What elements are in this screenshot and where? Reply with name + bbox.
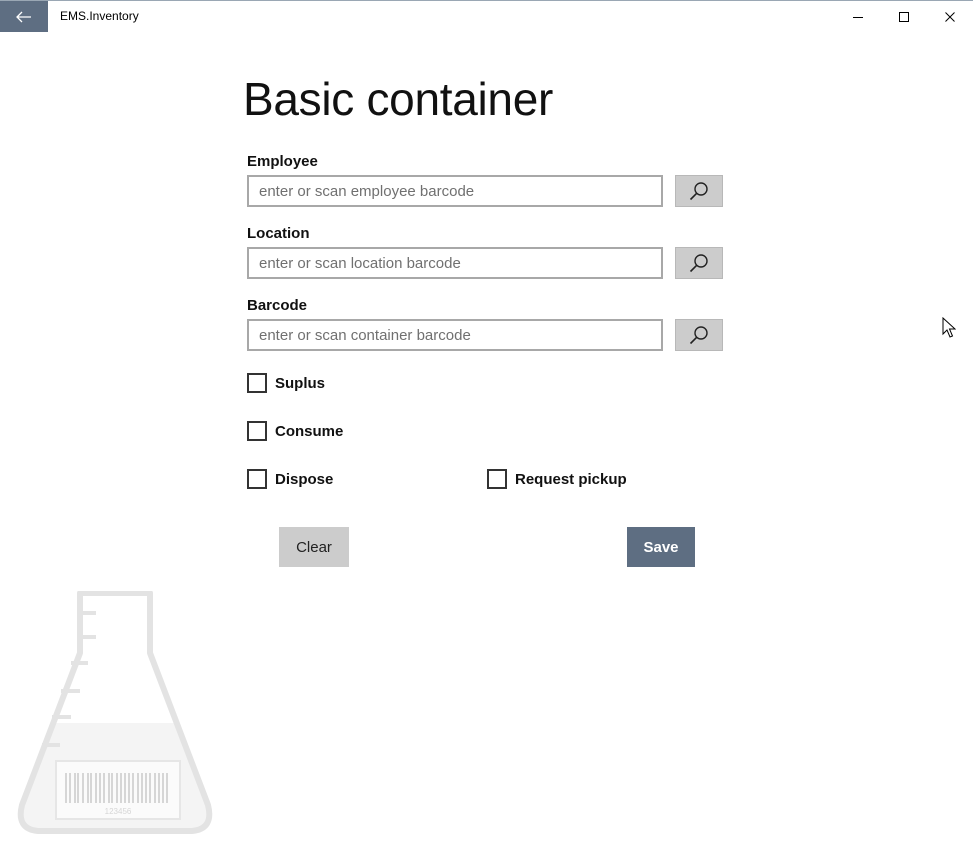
barcode-input[interactable] — [247, 319, 663, 351]
clear-button[interactable]: Clear — [279, 527, 349, 567]
checkbox-label: Consume — [275, 422, 344, 440]
checkbox-box[interactable] — [247, 421, 267, 441]
barcode-search-button[interactable] — [675, 319, 723, 351]
search-icon — [689, 254, 708, 273]
checkbox-label: Dispose — [275, 470, 334, 488]
mouse-cursor-icon — [942, 317, 956, 338]
page-title: Basic container — [243, 73, 553, 125]
save-button[interactable]: Save — [627, 527, 695, 567]
suplus-checkbox[interactable]: Suplus — [247, 373, 325, 393]
minimize-button[interactable] — [835, 1, 881, 32]
request-pickup-checkbox[interactable]: Request pickup — [487, 469, 627, 489]
employee-label: Employee — [247, 153, 318, 170]
employee-input[interactable] — [247, 175, 663, 207]
flask-watermark-icon: 123456 — [17, 591, 213, 834]
dispose-checkbox[interactable]: Dispose — [247, 469, 333, 489]
checkbox-box[interactable] — [247, 469, 267, 489]
maximize-icon — [899, 11, 909, 22]
checkbox-label: Suplus — [275, 374, 326, 392]
close-icon — [945, 11, 955, 22]
app-window: EMS.Inventory Basic container Employee L… — [0, 0, 973, 850]
minimize-icon — [853, 16, 863, 18]
app-title: EMS.Inventory — [60, 9, 139, 23]
location-label: Location — [247, 225, 310, 242]
back-button[interactable] — [0, 1, 48, 32]
search-icon — [689, 326, 708, 345]
checkbox-label: Request pickup — [515, 470, 627, 488]
search-icon — [689, 182, 708, 201]
checkbox-box[interactable] — [487, 469, 507, 489]
location-input[interactable] — [247, 247, 663, 279]
consume-checkbox[interactable]: Consume — [247, 421, 343, 441]
title-bar: EMS.Inventory — [0, 1, 973, 32]
location-search-button[interactable] — [675, 247, 723, 279]
close-button[interactable] — [927, 1, 973, 32]
flask-barcode-number: 123456 — [105, 807, 132, 816]
barcode-label: Barcode — [247, 297, 308, 314]
employee-search-button[interactable] — [675, 175, 723, 207]
checkbox-box[interactable] — [247, 373, 267, 393]
arrow-left-icon — [16, 11, 31, 22]
maximize-button[interactable] — [881, 1, 927, 32]
